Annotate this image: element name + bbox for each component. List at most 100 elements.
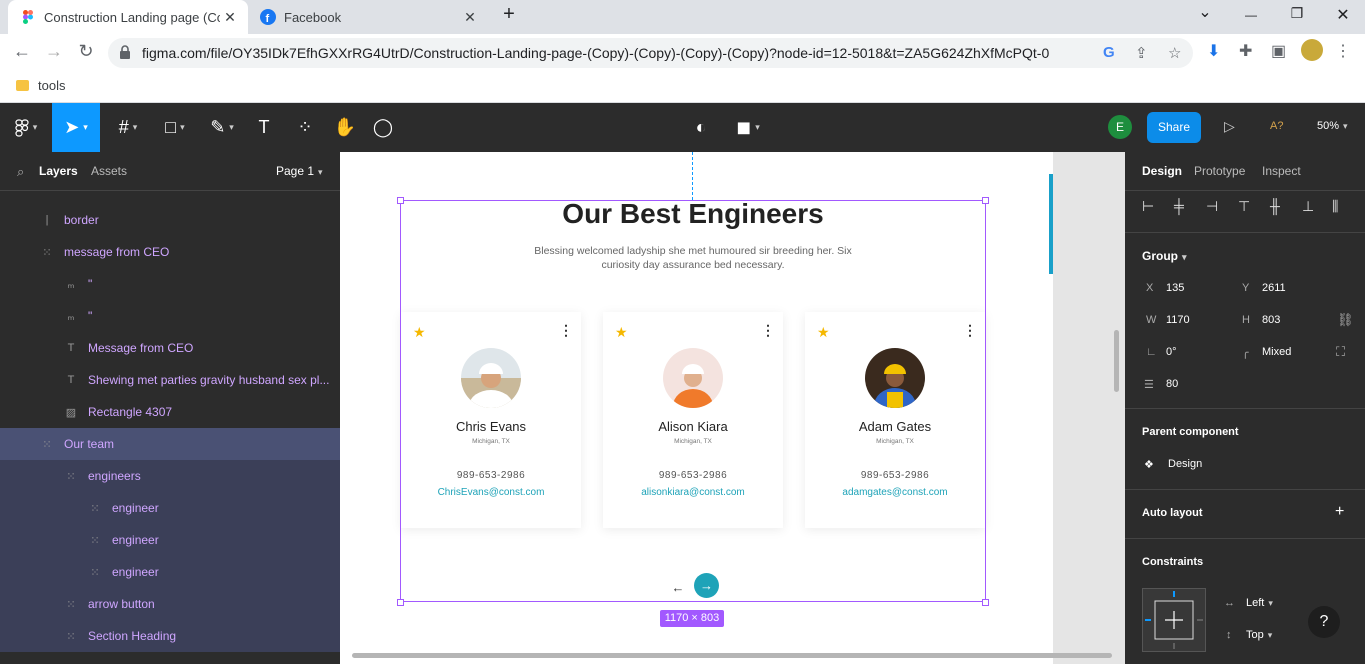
align-left-icon[interactable]: ⊢	[1142, 198, 1154, 215]
layer-item-engineer-1[interactable]: ⁙ engineer	[0, 492, 340, 524]
tab-bar: Construction Landing page (Cop ✕ f Faceb…	[0, 0, 1365, 34]
align-bottom-icon[interactable]: ⊥	[1302, 198, 1314, 215]
page-frame[interactable]: Our Best Engineers Blessing welcomed lad…	[340, 152, 1053, 664]
vertical-constraint-select[interactable]: Top ▾	[1246, 629, 1272, 641]
tab-inspect[interactable]: Inspect	[1262, 164, 1301, 178]
ai-assist-label[interactable]: A?	[1270, 120, 1283, 132]
share-button[interactable]: Share	[1147, 112, 1201, 143]
layer-label: engineer	[112, 565, 159, 579]
text-icon: T	[67, 342, 75, 354]
bookmark-tools[interactable]: tools	[38, 78, 65, 93]
layer-item-engineers[interactable]: ⁙ engineers	[0, 460, 340, 492]
layer-item-message-from-ceo-text[interactable]: T Message from CEO	[0, 332, 340, 364]
rotation-field[interactable]: 0°	[1166, 346, 1177, 358]
resources-button[interactable]: ⁘	[290, 103, 320, 152]
layer-item-rectangle-4307[interactable]: ▨ Rectangle 4307	[0, 396, 340, 428]
independent-corners-icon[interactable]: ⛶	[1336, 344, 1345, 360]
profile-avatar[interactable]	[1301, 39, 1323, 61]
layer-item-section-heading[interactable]: ⁙ Section Heading	[0, 620, 340, 652]
search-icon[interactable]: ⌕	[17, 164, 24, 180]
layer-item-engineer-3[interactable]: ⁙ engineer	[0, 556, 340, 588]
download-icon[interactable]: ⬇	[1207, 41, 1220, 61]
tab-layers[interactable]: Layers	[39, 164, 78, 178]
boolean-button[interactable]: ◼ ▾	[728, 103, 768, 152]
new-tab-button[interactable]: +	[497, 3, 521, 26]
add-auto-layout-icon[interactable]: +	[1335, 503, 1344, 521]
tab-design[interactable]: Design	[1142, 164, 1182, 178]
radius-field[interactable]: Mixed	[1262, 346, 1291, 358]
user-avatar[interactable]: E	[1108, 115, 1132, 139]
side-panel-icon[interactable]: ▣	[1271, 41, 1286, 61]
align-center-h-icon[interactable]: ╪	[1174, 198, 1184, 214]
horizontal-scrollbar[interactable]	[352, 653, 1112, 658]
reload-icon[interactable]: ↻	[74, 41, 98, 62]
close-icon[interactable]: ✕	[220, 9, 240, 26]
hand-tool-button[interactable]: ✋	[330, 103, 360, 152]
layer-item-quote-2[interactable]: ₘ "	[0, 300, 340, 332]
extensions-icon[interactable]: ✚	[1239, 41, 1252, 61]
layer-item-shewing-text[interactable]: T Shewing met parties gravity husband sex…	[0, 364, 340, 396]
google-icon[interactable]: G	[1103, 44, 1115, 61]
resize-handle-tl[interactable]	[397, 197, 404, 204]
tab-prototype[interactable]: Prototype	[1194, 164, 1245, 178]
comment-tool-button[interactable]: ◯	[368, 103, 398, 152]
h-label: H	[1242, 314, 1250, 326]
align-right-icon[interactable]: ⊣	[1206, 198, 1218, 215]
bookmark-star-icon[interactable]: ☆	[1168, 44, 1181, 62]
align-center-v-icon[interactable]: ╫	[1270, 198, 1280, 214]
resize-handle-br[interactable]	[982, 599, 989, 606]
x-field[interactable]: 135	[1166, 282, 1184, 294]
spacing-field[interactable]: 80	[1166, 378, 1178, 390]
layer-item-our-team[interactable]: ⁙ Our team	[0, 428, 340, 460]
close-icon[interactable]: ✕	[460, 9, 480, 26]
zoom-level[interactable]: 50% ▾	[1317, 120, 1348, 132]
design-canvas[interactable]: Our Best Engineers Blessing welcomed lad…	[340, 152, 1125, 664]
layer-item-message-from-ceo-frame[interactable]: ⁙ message from CEO	[0, 236, 340, 268]
vertical-scrollbar[interactable]	[1114, 330, 1119, 392]
layer-item-engineer-2[interactable]: ⁙ engineer	[0, 524, 340, 556]
maximize-icon[interactable]: ❐	[1285, 5, 1309, 22]
constraints-label: Constraints	[1142, 556, 1204, 568]
move-tool-button[interactable]: ➤ ▾	[52, 103, 100, 152]
layer-item-quote-1[interactable]: ₘ "	[0, 268, 340, 300]
layer-item-border[interactable]: | border	[0, 204, 340, 236]
design-panel: Design Prototype Inspect ⊢ ╪ ⊣ ⊤ ╫ ⊥ ⫼ G…	[1125, 152, 1365, 664]
help-button[interactable]: ?	[1308, 606, 1340, 638]
page-selector[interactable]: Page 1 ▾	[276, 164, 323, 178]
back-icon[interactable]: ←	[10, 41, 34, 62]
h-field[interactable]: 803	[1262, 314, 1280, 326]
main-menu-icon[interactable]: ▾	[6, 103, 46, 152]
facebook-icon: f	[260, 9, 276, 25]
tab-facebook[interactable]: f Facebook ✕	[248, 0, 488, 34]
menu-icon[interactable]: ⋮	[1335, 41, 1351, 61]
present-play-icon[interactable]: ▷	[1224, 118, 1235, 135]
text-tool-button[interactable]: T	[250, 103, 278, 152]
align-top-icon[interactable]: ⊤	[1238, 198, 1250, 215]
address-bar[interactable]: figma.com/file/OY35IDk7EfhGXXrRG4UtrD/Co…	[108, 38, 1193, 68]
tab-figma[interactable]: Construction Landing page (Cop ✕	[8, 0, 248, 34]
frame-tool-button[interactable]: # ▾	[108, 103, 148, 152]
window-close-icon[interactable]: ✕	[1331, 5, 1355, 25]
forward-icon[interactable]: →	[42, 41, 66, 62]
horizontal-constraint-select[interactable]: Left ▾	[1246, 597, 1273, 609]
tab-search-icon[interactable]: ⌄	[1193, 2, 1217, 22]
frame-icon: ⁙	[42, 246, 52, 259]
constraints-widget[interactable]	[1142, 588, 1206, 652]
group-label[interactable]: Group ▾	[1142, 249, 1187, 263]
tab-assets[interactable]: Assets	[91, 164, 127, 178]
minimize-icon[interactable]: —	[1239, 8, 1263, 22]
constrain-proportions-icon[interactable]: ⛓	[1337, 312, 1354, 328]
bookmarks-bar: tools	[0, 72, 1365, 103]
w-field[interactable]: 1170	[1166, 314, 1190, 326]
contrast-button[interactable]: ◐	[686, 103, 716, 152]
resize-handle-bl[interactable]	[397, 599, 404, 606]
resize-handle-tr[interactable]	[982, 197, 989, 204]
distribute-icon[interactable]: ⫼	[1332, 198, 1338, 215]
share-page-icon[interactable]: ⇪	[1135, 44, 1148, 62]
layers-panel: ⌕ Layers Assets Page 1 ▾ | border ⁙ message…	[0, 152, 340, 664]
pen-tool-button[interactable]: ✎ ▾	[202, 103, 242, 152]
layer-item-arrow-button[interactable]: ⁙ arrow button	[0, 588, 340, 620]
shape-tool-button[interactable]: □ ▾	[155, 103, 195, 152]
y-field[interactable]: 2611	[1262, 282, 1286, 294]
parent-component-link[interactable]: Design	[1168, 458, 1202, 470]
